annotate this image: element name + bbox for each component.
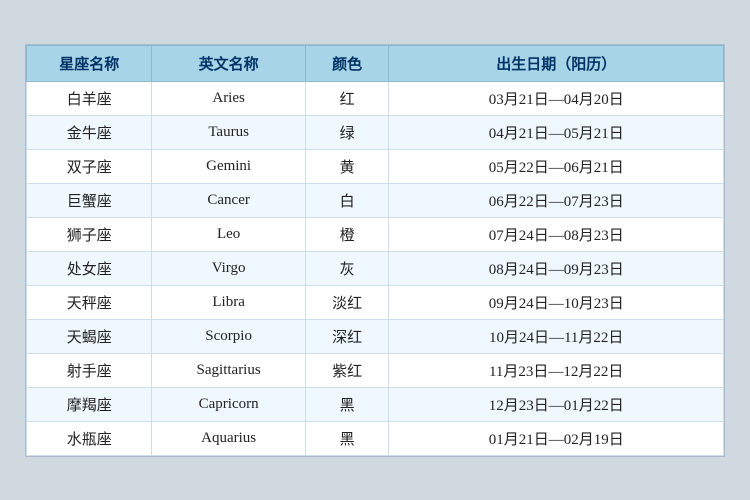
cell-color: 黑 — [305, 387, 389, 421]
table-row: 双子座Gemini黄05月22日—06月21日 — [27, 149, 724, 183]
cell-chinese: 巨蟹座 — [27, 183, 152, 217]
table-header-row: 星座名称 英文名称 颜色 出生日期（阳历） — [27, 45, 724, 81]
cell-color: 红 — [305, 81, 389, 115]
cell-date: 09月24日—10月23日 — [389, 285, 724, 319]
header-english: 英文名称 — [152, 45, 305, 81]
cell-color: 黑 — [305, 421, 389, 455]
cell-chinese: 射手座 — [27, 353, 152, 387]
cell-chinese: 天蝎座 — [27, 319, 152, 353]
cell-chinese: 水瓶座 — [27, 421, 152, 455]
cell-color: 绿 — [305, 115, 389, 149]
zodiac-table: 星座名称 英文名称 颜色 出生日期（阳历） 白羊座Aries红03月21日—04… — [26, 45, 724, 456]
cell-english: Leo — [152, 217, 305, 251]
cell-date: 11月23日—12月22日 — [389, 353, 724, 387]
header-date: 出生日期（阳历） — [389, 45, 724, 81]
table-row: 处女座Virgo灰08月24日—09月23日 — [27, 251, 724, 285]
cell-date: 06月22日—07月23日 — [389, 183, 724, 217]
cell-date: 05月22日—06月21日 — [389, 149, 724, 183]
header-color: 颜色 — [305, 45, 389, 81]
cell-chinese: 狮子座 — [27, 217, 152, 251]
cell-color: 紫红 — [305, 353, 389, 387]
cell-english: Gemini — [152, 149, 305, 183]
cell-english: Aquarius — [152, 421, 305, 455]
header-chinese: 星座名称 — [27, 45, 152, 81]
table-row: 射手座Sagittarius紫红11月23日—12月22日 — [27, 353, 724, 387]
table-row: 狮子座Leo橙07月24日—08月23日 — [27, 217, 724, 251]
cell-color: 黄 — [305, 149, 389, 183]
cell-color: 橙 — [305, 217, 389, 251]
cell-english: Sagittarius — [152, 353, 305, 387]
cell-chinese: 摩羯座 — [27, 387, 152, 421]
cell-date: 03月21日—04月20日 — [389, 81, 724, 115]
cell-english: Taurus — [152, 115, 305, 149]
cell-chinese: 金牛座 — [27, 115, 152, 149]
cell-date: 07月24日—08月23日 — [389, 217, 724, 251]
cell-chinese: 天秤座 — [27, 285, 152, 319]
table-row: 白羊座Aries红03月21日—04月20日 — [27, 81, 724, 115]
cell-date: 08月24日—09月23日 — [389, 251, 724, 285]
cell-color: 淡红 — [305, 285, 389, 319]
cell-color: 深红 — [305, 319, 389, 353]
table-row: 天蝎座Scorpio深红10月24日—11月22日 — [27, 319, 724, 353]
cell-date: 10月24日—11月22日 — [389, 319, 724, 353]
table-row: 金牛座Taurus绿04月21日—05月21日 — [27, 115, 724, 149]
cell-english: Virgo — [152, 251, 305, 285]
cell-english: Capricorn — [152, 387, 305, 421]
table-row: 摩羯座Capricorn黑12月23日—01月22日 — [27, 387, 724, 421]
table-row: 水瓶座Aquarius黑01月21日—02月19日 — [27, 421, 724, 455]
cell-chinese: 双子座 — [27, 149, 152, 183]
cell-date: 12月23日—01月22日 — [389, 387, 724, 421]
cell-english: Libra — [152, 285, 305, 319]
cell-date: 04月21日—05月21日 — [389, 115, 724, 149]
cell-color: 灰 — [305, 251, 389, 285]
cell-english: Scorpio — [152, 319, 305, 353]
cell-date: 01月21日—02月19日 — [389, 421, 724, 455]
table-body: 白羊座Aries红03月21日—04月20日金牛座Taurus绿04月21日—0… — [27, 81, 724, 455]
zodiac-table-wrapper: 星座名称 英文名称 颜色 出生日期（阳历） 白羊座Aries红03月21日—04… — [25, 44, 725, 457]
cell-color: 白 — [305, 183, 389, 217]
cell-english: Cancer — [152, 183, 305, 217]
table-row: 天秤座Libra淡红09月24日—10月23日 — [27, 285, 724, 319]
table-row: 巨蟹座Cancer白06月22日—07月23日 — [27, 183, 724, 217]
cell-english: Aries — [152, 81, 305, 115]
cell-chinese: 处女座 — [27, 251, 152, 285]
cell-chinese: 白羊座 — [27, 81, 152, 115]
